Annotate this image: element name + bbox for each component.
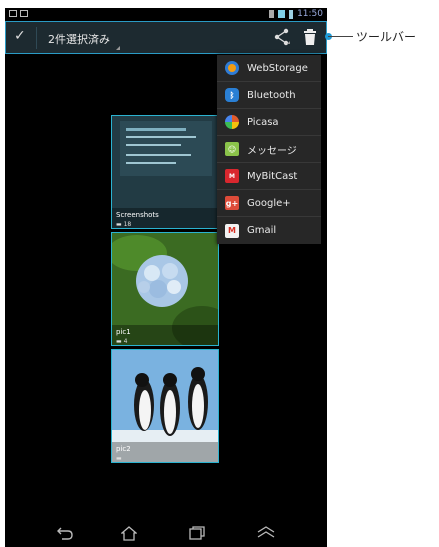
quick-apps-icon[interactable] (257, 526, 275, 538)
navigation-bar (5, 518, 327, 547)
share-menu-item-mybitcast[interactable]: M MyBitCast (217, 163, 321, 190)
share-menu-item-label: メッセージ (247, 145, 297, 157)
share-menu-item-googleplus[interactable]: g+ Google+ (217, 190, 321, 217)
album-screenshots[interactable]: Screenshots ▬ 18 (111, 115, 219, 229)
share-menu-item-webstorage[interactable]: WebStorage (217, 55, 321, 82)
back-icon[interactable] (57, 526, 73, 540)
message-icon: ☺ (225, 142, 239, 156)
home-icon[interactable] (121, 526, 137, 541)
share-menu-item-label: WebStorage (247, 62, 308, 74)
share-menu-item-label: MyBitCast (247, 170, 298, 182)
picasa-icon (225, 115, 239, 129)
album-pic1[interactable]: pic1 ▬ 4 (111, 232, 219, 346)
delete-icon[interactable] (304, 29, 316, 45)
webstorage-icon (225, 61, 239, 75)
album-count: ▬ 18 (116, 221, 132, 228)
album-count: ▬ 4 (116, 338, 128, 345)
share-menu: WebStorage ᛒ Bluetooth Picasa ☺ メッセージ M … (217, 55, 321, 244)
status-bar: 11:50 (5, 8, 327, 21)
screenshot-notification-icon (9, 10, 17, 17)
wifi-status-icon (278, 10, 286, 18)
action-bar: ✓ 2件選択済み (5, 21, 327, 54)
action-bar-divider (36, 27, 37, 49)
tablet-screen: 11:50 ✓ 2件選択済み Screenshots ▬ 18 pic1 ▬ 4… (5, 8, 327, 547)
selection-count-label[interactable]: 2件選択済み (48, 31, 110, 47)
share-menu-item-label: Bluetooth (247, 89, 296, 101)
file-notification-icon (20, 10, 28, 17)
share-menu-item-bluetooth[interactable]: ᛒ Bluetooth (217, 82, 321, 109)
done-check-icon[interactable]: ✓ (14, 28, 26, 44)
album-count-value: 4 (123, 338, 128, 345)
battery-icon (289, 9, 294, 19)
bluetooth-status-icon (269, 10, 275, 18)
album-pic2[interactable]: pic2 ▬ (111, 349, 219, 463)
album-count: ▬ (116, 455, 122, 462)
share-menu-item-message[interactable]: ☺ メッセージ (217, 136, 321, 163)
dropdown-triangle-icon[interactable] (116, 46, 120, 50)
gmail-icon: M (225, 223, 239, 238)
status-time: 11:50 (297, 9, 323, 19)
share-menu-item-label: Picasa (247, 116, 279, 128)
share-menu-item-picasa[interactable]: Picasa (217, 109, 321, 136)
callout-line (328, 36, 353, 37)
recent-apps-icon[interactable] (189, 526, 205, 540)
album-name: pic1 (116, 328, 131, 336)
share-menu-item-label: Google+ (247, 197, 291, 209)
share-icon[interactable] (274, 28, 290, 46)
googleplus-icon: g+ (225, 196, 239, 210)
bluetooth-icon: ᛒ (225, 88, 239, 102)
share-menu-item-gmail[interactable]: M Gmail (217, 217, 321, 244)
album-name: Screenshots (116, 211, 159, 219)
share-menu-item-label: Gmail (247, 225, 277, 236)
callout-label: ツールバー (356, 30, 417, 44)
mybitcast-icon: M (225, 169, 239, 183)
album-name: pic2 (116, 445, 131, 453)
album-count-value: 18 (123, 221, 132, 228)
